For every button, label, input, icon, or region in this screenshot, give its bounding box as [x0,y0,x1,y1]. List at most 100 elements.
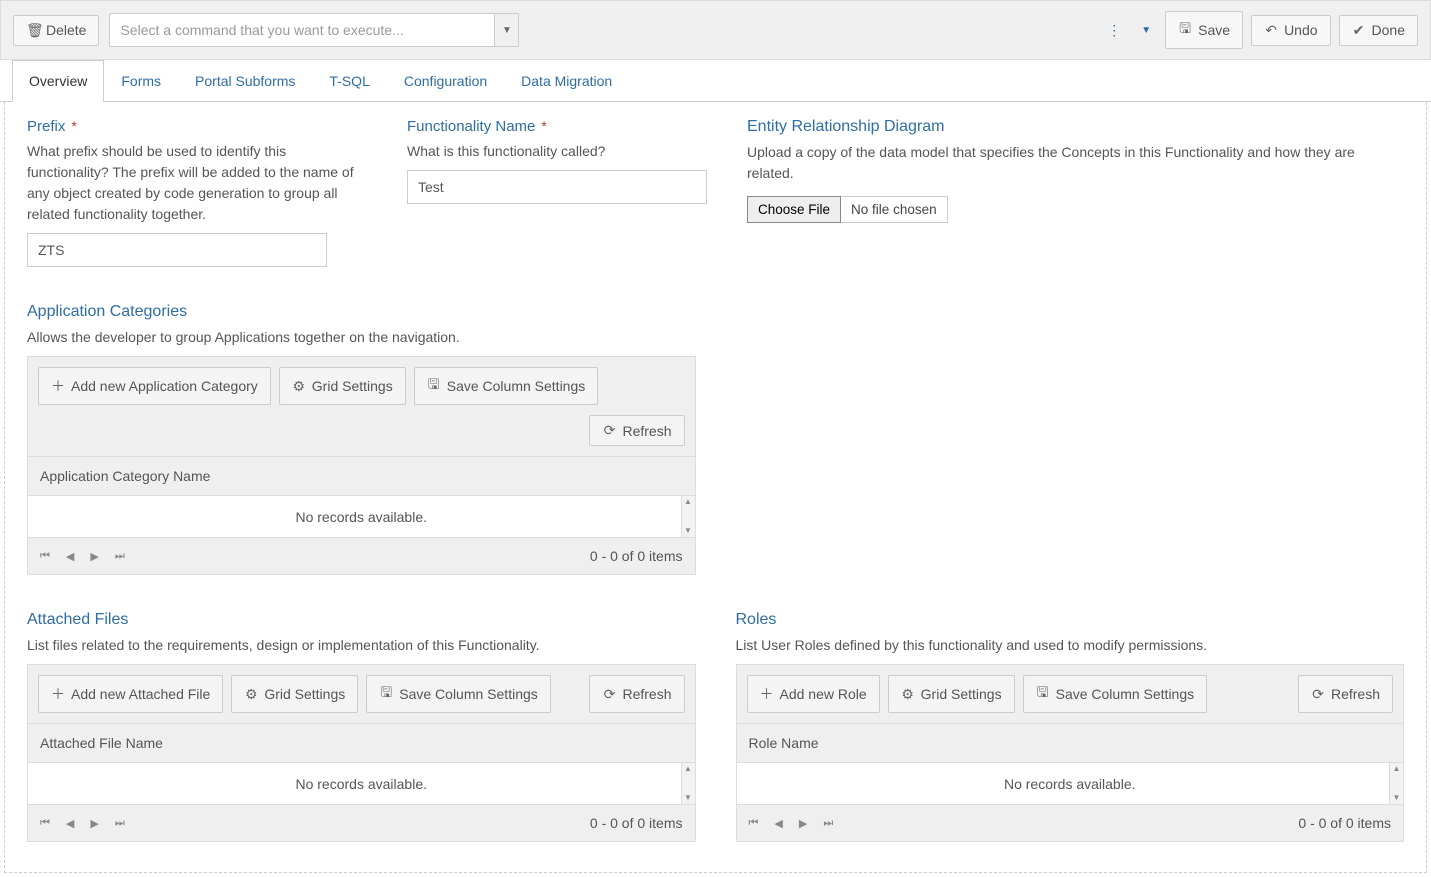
attached-files-hint: List files related to the requirements, … [27,635,696,656]
done-label: Done [1372,22,1405,38]
grid-column-header[interactable]: Application Category Name [28,456,695,495]
pager-prev-icon[interactable]: ◀ [66,817,74,830]
more-options-icon[interactable]: ⋮ [1101,18,1127,43]
functionality-name-block: Functionality Name * What is this functi… [407,118,707,267]
save-button[interactable]: 🖫 Save [1165,11,1243,49]
pager-last-icon[interactable]: ⏭ [115,550,125,563]
app-categories-grid: ＋ Add new Application Category ⚙ Grid Se… [27,356,696,575]
undo-icon: ↶ [1264,22,1278,39]
prefix-hint: What prefix should be used to identify t… [27,141,367,225]
floppy-icon: 🖫 [379,682,393,706]
roles-title: Roles [736,611,1405,629]
pager-prev-icon[interactable]: ◀ [774,817,782,830]
refresh-icon: ⟳ [1311,686,1325,703]
grid-body: No records available. ▲▼ [737,762,1404,804]
tab-strip: Overview Forms Portal Subforms T-SQL Con… [0,60,1431,102]
pager-last-icon[interactable]: ⏭ [115,817,125,830]
app-categories-section: Application Categories Allows the develo… [27,303,696,575]
grid-pager: ⏮ ◀ ▶ ⏭ [749,817,834,830]
roles-hint: List User Roles defined by this function… [736,635,1405,656]
page-count: 0 - 0 of 0 items [1298,815,1391,831]
page-count: 0 - 0 of 0 items [590,815,683,831]
functionality-name-input[interactable] [407,170,707,204]
pager-next-icon[interactable]: ▶ [90,550,98,563]
delete-label: Delete [46,22,86,38]
tab-data-migration[interactable]: Data Migration [504,60,629,101]
erd-block: Entity Relationship Diagram Upload a cop… [747,118,1404,267]
save-column-settings-button[interactable]: 🖫 Save Column Settings [414,367,599,405]
grid-scrollbar[interactable]: ▲▼ [1389,763,1403,804]
grid-column-header[interactable]: Role Name [737,723,1404,762]
erd-hint: Upload a copy of the data model that spe… [747,142,1404,184]
tab-forms[interactable]: Forms [104,60,178,101]
floppy-icon: 🖫 [427,374,441,398]
save-column-settings-button[interactable]: 🖫 Save Column Settings [366,675,551,713]
prefix-input[interactable] [27,233,327,267]
trash-icon: 🗑 [26,22,40,39]
gear-icon: ⚙ [292,378,306,395]
tab-tsql[interactable]: T-SQL [312,60,386,101]
app-categories-title: Application Categories [27,303,696,321]
check-circle-icon: ✔ [1352,22,1366,39]
plus-icon: ＋ [760,684,774,704]
pager-first-icon[interactable]: ⏮ [749,817,759,830]
pager-next-icon[interactable]: ▶ [90,817,98,830]
plus-icon: ＋ [51,684,65,704]
tab-portal-subforms[interactable]: Portal Subforms [178,60,312,101]
tab-configuration[interactable]: Configuration [387,60,504,101]
pager-prev-icon[interactable]: ◀ [66,550,74,563]
pager-next-icon[interactable]: ▶ [799,817,807,830]
app-categories-hint: Allows the developer to group Applicatio… [27,327,696,348]
attached-files-section: Attached Files List files related to the… [27,611,696,842]
add-role-button[interactable]: ＋ Add new Role [747,675,880,713]
floppy-icon: 🖫 [1178,18,1192,42]
undo-button[interactable]: ↶ Undo [1251,15,1330,46]
prefix-title: Prefix [27,118,65,135]
required-marker: * [541,118,546,134]
save-label: Save [1198,22,1230,38]
add-app-category-button[interactable]: ＋ Add new Application Category [38,367,271,405]
done-button[interactable]: ✔ Done [1339,15,1418,46]
no-file-label: No file chosen [841,196,948,223]
attached-files-title: Attached Files [27,611,696,629]
funcname-title: Functionality Name [407,118,535,135]
gear-icon: ⚙ [901,686,915,703]
grid-body: No records available. ▲▼ [28,762,695,804]
pager-first-icon[interactable]: ⏮ [40,817,50,830]
grid-column-header[interactable]: Attached File Name [28,723,695,762]
funcname-hint: What is this functionality called? [407,141,707,162]
grid-pager: ⏮ ◀ ▶ ⏭ [40,550,125,563]
save-column-settings-button[interactable]: 🖫 Save Column Settings [1023,675,1208,713]
grid-scrollbar[interactable]: ▲▼ [681,496,695,537]
choose-file-button[interactable]: Choose File [747,196,841,223]
required-marker: * [71,118,76,134]
tab-overview[interactable]: Overview [12,60,104,102]
add-attached-file-button[interactable]: ＋ Add new Attached File [38,675,223,713]
roles-section: Roles List User Roles defined by this fu… [736,611,1405,842]
pager-first-icon[interactable]: ⏮ [40,550,50,563]
grid-scrollbar[interactable]: ▲▼ [681,763,695,804]
grid-settings-button[interactable]: ⚙ Grid Settings [231,675,358,713]
refresh-icon: ⟳ [602,686,616,703]
refresh-button[interactable]: ⟳ Refresh [1298,675,1393,713]
delete-button[interactable]: 🗑 Delete [13,15,99,46]
command-placeholder: Select a command that you want to execut… [110,22,494,38]
attached-files-grid: ＋ Add new Attached File ⚙ Grid Settings … [27,664,696,842]
refresh-button[interactable]: ⟳ Refresh [589,675,684,713]
grid-settings-button[interactable]: ⚙ Grid Settings [888,675,1015,713]
command-select[interactable]: Select a command that you want to execut… [109,13,519,47]
page-count: 0 - 0 of 0 items [590,548,683,564]
dropdown-caret-icon[interactable]: ▼ [1135,21,1157,40]
grid-pager: ⏮ ◀ ▶ ⏭ [40,817,125,830]
undo-label: Undo [1284,22,1317,38]
page-content: Prefix * What prefix should be used to i… [4,102,1427,873]
erd-title: Entity Relationship Diagram [747,118,1404,136]
gear-icon: ⚙ [244,686,258,703]
refresh-icon: ⟳ [602,422,616,439]
roles-grid: ＋ Add new Role ⚙ Grid Settings 🖫 Save Co… [736,664,1405,842]
pager-last-icon[interactable]: ⏭ [823,817,833,830]
chevron-down-icon: ▼ [494,14,518,46]
grid-settings-button[interactable]: ⚙ Grid Settings [279,367,406,405]
floppy-icon: 🖫 [1036,682,1050,706]
refresh-button[interactable]: ⟳ Refresh [589,415,684,446]
